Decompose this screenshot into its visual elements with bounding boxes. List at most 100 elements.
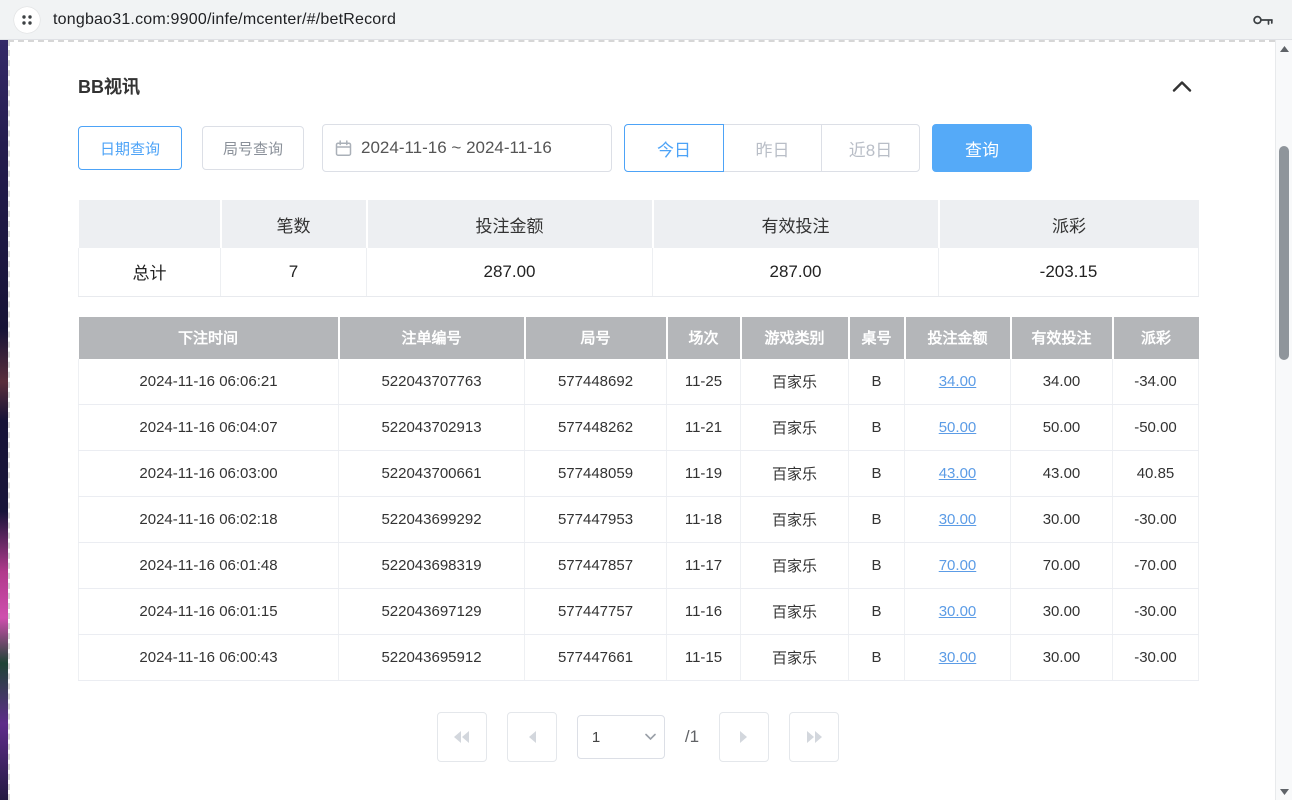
cell-round-no: 577447857 — [525, 543, 667, 589]
cell-game-type: 百家乐 — [741, 359, 849, 405]
cell-payout: -50.00 — [1113, 405, 1199, 451]
summary-header-row: 笔数 投注金额 有效投注 派彩 — [79, 200, 1199, 248]
col-game-type: 游戏类别 — [741, 317, 849, 359]
browser-address-bar[interactable]: tongbao31.com:9900/infe/mcenter/#/betRec… — [0, 0, 1292, 40]
summary-payout: -203.15 — [939, 248, 1199, 296]
key-icon[interactable] — [1248, 8, 1278, 32]
bet-amount-link[interactable]: 30.00 — [939, 603, 977, 620]
panel-header: BB视讯 — [78, 42, 1198, 99]
bet-table: 下注时间 注单编号 局号 场次 游戏类别 桌号 投注金额 有效投注 派彩 202… — [78, 317, 1199, 682]
table-row: 2024-11-16 06:02:18522043699292577447953… — [79, 497, 1199, 543]
date-range-input[interactable]: 2024-11-16 ~ 2024-11-16 — [322, 124, 612, 172]
table-row: 2024-11-16 06:03:00522043700661577448059… — [79, 451, 1199, 497]
last-page-button[interactable] — [789, 712, 839, 762]
summary-header-bet-amount: 投注金额 — [367, 200, 653, 248]
scroll-up-arrow[interactable] — [1276, 40, 1292, 57]
summary-header-empty — [79, 200, 221, 248]
cell-bet-time: 2024-11-16 06:01:15 — [79, 589, 339, 635]
table-row: 2024-11-16 06:00:43522043695912577447661… — [79, 635, 1199, 681]
cell-session: 11-16 — [667, 589, 741, 635]
quick-range-group: 今日 昨日 近8日 — [624, 124, 920, 172]
cell-game-type: 百家乐 — [741, 497, 849, 543]
cell-game-type: 百家乐 — [741, 589, 849, 635]
cell-bet-amount: 30.00 — [905, 635, 1011, 681]
cell-bet-time: 2024-11-16 06:06:21 — [79, 359, 339, 405]
cell-bet-time: 2024-11-16 06:00:43 — [79, 635, 339, 681]
prev-page-button[interactable] — [507, 712, 557, 762]
cell-session: 11-15 — [667, 635, 741, 681]
cell-game-type: 百家乐 — [741, 543, 849, 589]
bet-amount-link[interactable]: 30.00 — [939, 511, 977, 528]
col-bet-amount: 投注金额 — [905, 317, 1011, 359]
cell-table-no: B — [849, 497, 905, 543]
summary-total-row: 总计 7 287.00 287.00 -203.15 — [79, 248, 1199, 296]
cell-table-no: B — [849, 543, 905, 589]
cell-session: 11-25 — [667, 359, 741, 405]
page-select-dropdown[interactable]: 1 — [577, 715, 665, 759]
cell-order-no: 522043695912 — [339, 635, 525, 681]
cell-table-no: B — [849, 405, 905, 451]
cell-payout: 40.85 — [1113, 451, 1199, 497]
cell-round-no: 577447953 — [525, 497, 667, 543]
next-page-button[interactable] — [719, 712, 769, 762]
page-title: BB视讯 — [78, 73, 140, 99]
calendar-icon — [335, 140, 352, 157]
cell-bet-time: 2024-11-16 06:04:07 — [79, 405, 339, 451]
summary-header-count: 笔数 — [221, 200, 367, 248]
first-page-icon — [452, 730, 471, 744]
col-session: 场次 — [667, 317, 741, 359]
cell-table-no: B — [849, 589, 905, 635]
bet-amount-link[interactable]: 50.00 — [939, 419, 977, 436]
bet-amount-link[interactable]: 70.00 — [939, 557, 977, 574]
chevron-up-icon[interactable] — [1166, 77, 1198, 96]
cell-payout: -30.00 — [1113, 497, 1199, 543]
cell-session: 11-19 — [667, 451, 741, 497]
round-query-button[interactable]: 局号查询 — [202, 126, 304, 170]
cell-order-no: 522043707763 — [339, 359, 525, 405]
background-left-strip — [0, 40, 8, 800]
cell-payout: -70.00 — [1113, 543, 1199, 589]
scroll-down-arrow[interactable] — [1276, 783, 1292, 800]
bet-record-content: BB视讯 日期查询 局号查询 2024-11-16 ~ — [78, 42, 1198, 762]
last-8-days-button[interactable]: 近8日 — [821, 124, 920, 172]
cell-bet-time: 2024-11-16 06:01:48 — [79, 543, 339, 589]
table-row: 2024-11-16 06:01:48522043698319577447857… — [79, 543, 1199, 589]
bet-record-panel: BB视讯 日期查询 局号查询 2024-11-16 ~ — [8, 40, 1275, 800]
scrollbar-thumb[interactable] — [1279, 146, 1289, 360]
cell-session: 11-18 — [667, 497, 741, 543]
search-button[interactable]: 查询 — [932, 124, 1032, 172]
cell-table-no: B — [849, 451, 905, 497]
today-button[interactable]: 今日 — [624, 124, 724, 172]
bet-amount-link[interactable]: 34.00 — [939, 373, 977, 390]
table-row: 2024-11-16 06:01:15522043697129577447757… — [79, 589, 1199, 635]
cell-game-type: 百家乐 — [741, 405, 849, 451]
page-total: /1 — [685, 727, 699, 747]
cell-valid-bet: 70.00 — [1011, 543, 1113, 589]
cell-valid-bet: 30.00 — [1011, 635, 1113, 681]
cell-bet-amount: 34.00 — [905, 359, 1011, 405]
cell-bet-time: 2024-11-16 06:02:18 — [79, 497, 339, 543]
cell-round-no: 577448059 — [525, 451, 667, 497]
cell-payout: -30.00 — [1113, 635, 1199, 681]
bet-table-header-row: 下注时间 注单编号 局号 场次 游戏类别 桌号 投注金额 有效投注 派彩 — [79, 317, 1199, 359]
summary-header-valid-bet: 有效投注 — [653, 200, 939, 248]
yesterday-button[interactable]: 昨日 — [723, 124, 822, 172]
cell-bet-time: 2024-11-16 06:03:00 — [79, 451, 339, 497]
last-page-icon — [805, 730, 824, 744]
prev-page-icon — [526, 730, 538, 744]
site-icon[interactable] — [14, 7, 40, 33]
table-row: 2024-11-16 06:04:07522043702913577448262… — [79, 405, 1199, 451]
address-url[interactable]: tongbao31.com:9900/infe/mcenter/#/betRec… — [53, 11, 396, 29]
date-query-button[interactable]: 日期查询 — [78, 126, 182, 170]
first-page-button[interactable] — [437, 712, 487, 762]
col-table-no: 桌号 — [849, 317, 905, 359]
bet-amount-link[interactable]: 43.00 — [939, 465, 977, 482]
cell-round-no: 577447661 — [525, 635, 667, 681]
col-bet-time: 下注时间 — [79, 317, 339, 359]
bet-amount-link[interactable]: 30.00 — [939, 649, 977, 666]
next-page-icon — [738, 730, 750, 744]
cell-order-no: 522043697129 — [339, 589, 525, 635]
cell-round-no: 577447757 — [525, 589, 667, 635]
scrollbar[interactable] — [1275, 40, 1292, 800]
summary-valid-bet: 287.00 — [653, 248, 939, 296]
